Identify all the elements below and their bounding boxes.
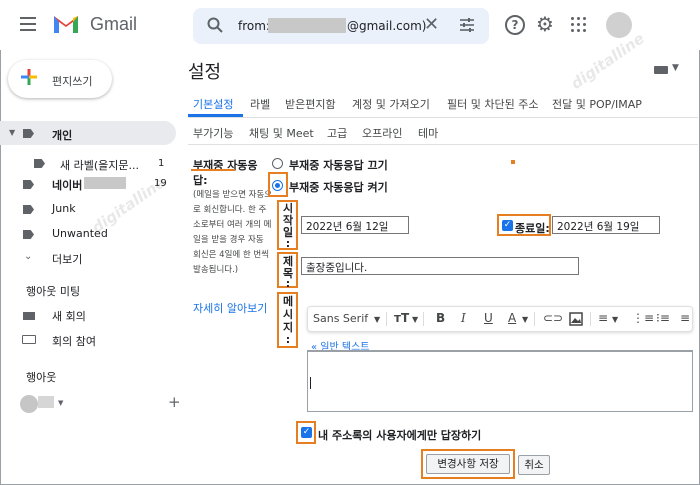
bold-icon[interactable]: B: [436, 311, 445, 325]
bulleted-list-icon[interactable]: ⁝≡: [656, 311, 670, 325]
caret-down-icon[interactable]: ▼: [672, 63, 679, 73]
toolbar-divider: [590, 312, 591, 326]
search-icon[interactable]: [206, 16, 224, 34]
link-icon[interactable]: ⊂⊃: [543, 311, 563, 325]
cancel-button[interactable]: 취소: [518, 455, 550, 475]
font-size-icon[interactable]: тT: [394, 311, 409, 325]
tab-general[interactable]: 기본설정: [193, 96, 233, 112]
save-changes-button[interactable]: 변경사항 저장: [426, 454, 510, 474]
sidebar-item-new-label[interactable]: 새 라벨(을지문...: [60, 157, 139, 173]
sidebar-item-more[interactable]: 더보기: [52, 251, 82, 267]
apps-grid-icon[interactable]: [571, 17, 587, 33]
page-title: 설정: [188, 62, 222, 83]
hangouts-avatar[interactable]: [20, 395, 38, 413]
label-icon: [23, 205, 34, 214]
sidebar-item-personal[interactable]: 개인: [52, 127, 72, 143]
gmail-logo-icon[interactable]: [52, 13, 80, 35]
search-options-icon[interactable]: [458, 16, 476, 34]
subject-label-char: :: [285, 277, 291, 290]
underline-icon[interactable]: U: [484, 311, 493, 325]
vacation-label-cont: 답:: [193, 174, 208, 187]
label-icon: [34, 159, 45, 168]
tab-labels[interactable]: 라벨: [250, 96, 270, 112]
main-menu-icon[interactable]: [20, 17, 36, 31]
indent-icon[interactable]: ≡: [680, 311, 690, 325]
start-date-input[interactable]: 2022년 6월 12일: [301, 216, 409, 234]
learn-more-link[interactable]: 자세히 알아보기: [193, 300, 267, 316]
clear-search-icon[interactable]: ✕: [424, 16, 439, 34]
compose-plus-icon[interactable]: [20, 68, 38, 86]
sidebar-item-junk[interactable]: Junk: [52, 202, 76, 215]
keyboard-icon: [22, 335, 36, 344]
meet-section-title: 행아웃 미팅: [26, 285, 81, 298]
gmail-wordmark[interactable]: Gmail: [90, 14, 137, 35]
meet-new-meeting[interactable]: 새 회의: [52, 308, 86, 324]
text-cursor: [310, 377, 311, 389]
label-icon: [23, 180, 34, 189]
sidebar-item-count: 19: [154, 178, 167, 189]
subtabs-divider: [188, 144, 698, 145]
toolbar-divider: [534, 312, 535, 326]
tab-themes[interactable]: 테마: [418, 125, 438, 141]
sidebar-item-count: 1: [158, 158, 165, 169]
numbered-list-icon[interactable]: ⋮≡: [632, 311, 654, 325]
sidebar-redaction: [84, 177, 126, 189]
search-query-prefix[interactable]: from:: [238, 19, 270, 33]
tabs-divider: [188, 117, 698, 118]
tab-inbox[interactable]: 받은편지함: [285, 96, 336, 112]
help-icon[interactable]: ?: [505, 15, 525, 35]
vacation-description: (메일을 받으면 자동으로 회신합니다. 한 주소로부터 여러 개의 메일을 받…: [193, 190, 273, 275]
tab-advanced[interactable]: 고급: [327, 125, 347, 141]
align-icon[interactable]: ≡: [598, 311, 608, 325]
start-date-label-char: :: [285, 237, 291, 250]
caret-down-icon[interactable]: ▼: [58, 399, 63, 407]
tab-offline[interactable]: 오프라인: [362, 125, 402, 141]
text-color-icon[interactable]: A: [508, 311, 516, 325]
end-date-checkbox[interactable]: ✓: [502, 220, 513, 231]
vacation-on-label[interactable]: 부재중 자동응답 켜기: [289, 179, 388, 195]
contacts-only-label[interactable]: 내 주소록의 사용자에게만 답장하기: [318, 427, 481, 443]
search-query-suffix[interactable]: @gmail.com): [347, 19, 426, 33]
tab-forwarding[interactable]: 전달 및 POP/IMAP: [552, 96, 642, 112]
vacation-off-label[interactable]: 부재중 자동응답 끄기: [289, 157, 388, 173]
settings-gear-icon[interactable]: ⚙: [536, 14, 554, 34]
caret-down-icon[interactable]: ▼: [412, 313, 418, 327]
meet-join-meeting[interactable]: 회의 참여: [52, 333, 96, 349]
hangouts-section-title: 행아웃: [26, 371, 57, 384]
caret-down-icon[interactable]: ▼: [522, 313, 528, 327]
search-redaction: [268, 18, 346, 33]
hangouts-redaction: [38, 396, 54, 408]
toolbar-divider: [423, 312, 424, 326]
sidebar-item-naver[interactable]: 네이버: [52, 177, 82, 193]
contacts-only-checkbox[interactable]: ✓: [301, 427, 312, 438]
tab-addons[interactable]: 부가기능: [193, 125, 233, 141]
font-family-select[interactable]: Sans Serif: [313, 312, 368, 326]
expand-arrow-icon[interactable]: ▼: [9, 128, 15, 137]
message-label-char: :: [285, 333, 291, 346]
toolbar-divider: [386, 312, 387, 326]
highlight-underline: [191, 169, 235, 171]
tab-filters[interactable]: 필터 및 차단된 주소: [447, 96, 538, 112]
end-date-label[interactable]: 종료일:: [515, 220, 550, 236]
vacation-on-radio[interactable]: [272, 180, 283, 191]
subject-input[interactable]: 출장중입니다.: [301, 257, 579, 275]
video-camera-icon: [23, 312, 35, 320]
tab-chat-meet[interactable]: 채팅 및 Meet: [249, 125, 314, 141]
image-icon[interactable]: [569, 312, 583, 326]
italic-icon[interactable]: I: [461, 311, 466, 325]
tab-accounts[interactable]: 계정 및 가져오기: [352, 96, 430, 112]
message-body-editor[interactable]: [307, 350, 693, 412]
end-date-input[interactable]: 2022년 6월 19일: [552, 216, 660, 234]
highlight-marker: [511, 160, 515, 164]
caret-down-icon[interactable]: ▼: [374, 313, 380, 327]
vacation-off-radio[interactable]: [272, 158, 283, 169]
chevron-down-icon[interactable]: ⌄: [24, 251, 32, 262]
label-icon: [23, 230, 34, 239]
compose-label[interactable]: 편지쓰기: [52, 73, 92, 89]
caret-down-icon[interactable]: ▼: [612, 313, 618, 327]
add-contact-plus-icon[interactable]: +: [168, 393, 181, 411]
input-tools-icon[interactable]: [654, 66, 668, 74]
sidebar-item-unwanted[interactable]: Unwanted: [52, 227, 108, 240]
